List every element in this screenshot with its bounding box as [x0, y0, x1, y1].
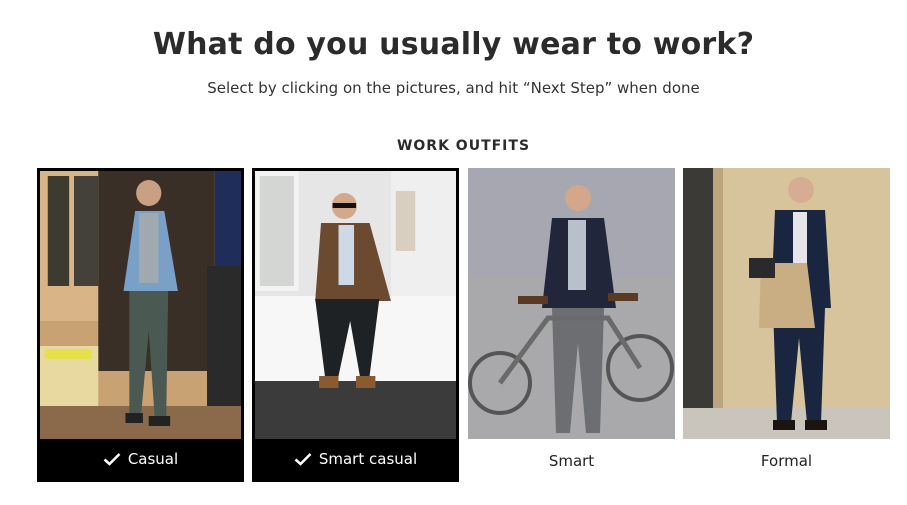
- page-title: What do you usually wear to work?: [152, 27, 755, 62]
- outfit-card-smart[interactable]: Smart: [468, 168, 675, 482]
- outfit-label-text: Casual: [127, 450, 179, 468]
- section-title: WORK OUTFITS: [396, 138, 531, 154]
- outfit-photo-smart-casual: [255, 171, 456, 439]
- outfit-label-casual: Casual: [40, 439, 241, 479]
- outfit-photo-formal: [683, 168, 890, 439]
- outfit-card-formal[interactable]: Formal: [683, 168, 890, 482]
- outfit-label-text: Smart: [548, 451, 595, 470]
- outfit-label-text: Formal: [760, 451, 813, 470]
- outfit-card-casual[interactable]: Casual: [37, 168, 244, 482]
- page-subtitle: Select by clicking on the pictures, and …: [207, 79, 700, 97]
- outfit-card-smart-casual[interactable]: Smart casual: [252, 168, 459, 482]
- outfit-label-text: Smart casual: [318, 450, 418, 468]
- outfit-photo-casual: [40, 171, 241, 439]
- check-icon: [294, 453, 312, 466]
- outfit-label-formal: Formal: [683, 439, 890, 482]
- outfit-label-smart: Smart: [468, 439, 675, 482]
- outfit-photo-smart: [468, 168, 675, 439]
- outfit-label-smart-casual: Smart casual: [255, 439, 456, 479]
- check-icon: [103, 453, 121, 466]
